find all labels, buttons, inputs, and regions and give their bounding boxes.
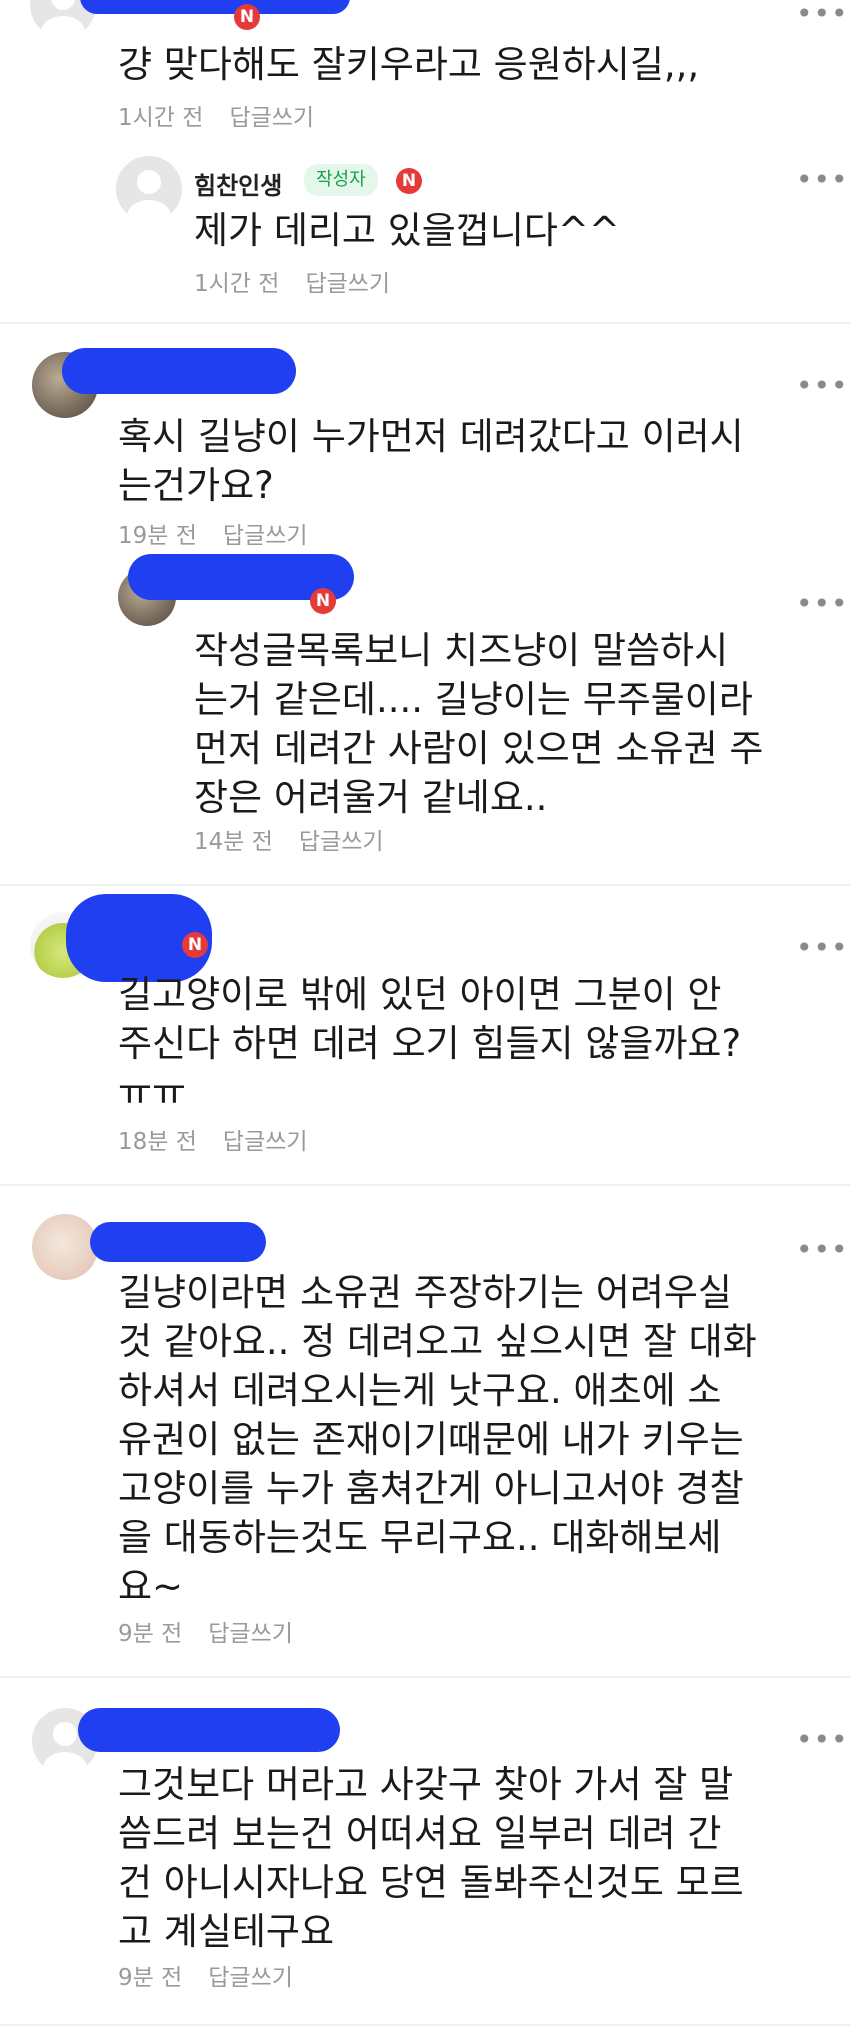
comment-item: ••• 그것보다 머라고 사갖구 찾아 가서 잘 말 씀드려 보는건 어떠셔요 … bbox=[0, 1678, 850, 2032]
reply-item: N ••• 작성글목록보니 치즈냥이 말씀하시 는거 같은데.... 길냥이는 … bbox=[0, 554, 850, 884]
comment-text: 작성글목록보니 치즈냥이 말씀하시 는거 같은데.... 길냥이는 무주물이라 … bbox=[194, 629, 764, 819]
comment-meta: 9분 전 답글쓰기 bbox=[118, 1614, 319, 1648]
new-badge: N bbox=[396, 168, 422, 194]
comment-time: 1시간 전 bbox=[118, 105, 204, 131]
reply-button[interactable]: 답글쓰기 bbox=[208, 1621, 293, 1647]
comment-meta: 18분 전 답글쓰기 bbox=[118, 1122, 334, 1156]
comment-meta: 9분 전 답글쓰기 bbox=[118, 1958, 319, 1992]
comment-text: 제가 데리고 있을껍니다^^ bbox=[194, 209, 620, 252]
avatar[interactable] bbox=[32, 1214, 98, 1280]
reply-button[interactable]: 답글쓰기 bbox=[223, 1129, 308, 1155]
comment-item: ••• 혹시 길냥이 누가먼저 데려갔다고 이러시 는건가요? 19분 전 답글쓰… bbox=[0, 324, 850, 554]
divider bbox=[0, 2024, 850, 2026]
more-dots-icon[interactable]: ••• bbox=[796, 1726, 849, 1754]
username[interactable]: 힘찬인생 bbox=[194, 166, 282, 201]
more-dots-icon[interactable]: ••• bbox=[796, 0, 849, 28]
reply-item: 힘찬인생 작성자 N ••• 제가 데리고 있을껍니다^^ 1시간 전 답글쓰기 bbox=[0, 150, 850, 320]
author-tag: 작성자 bbox=[304, 164, 378, 196]
comment-meta: 1시간 전 답글쓰기 bbox=[194, 264, 416, 298]
redacted-username bbox=[80, 0, 350, 14]
reply-button[interactable]: 답글쓰기 bbox=[208, 1965, 293, 1991]
new-badge: N bbox=[310, 588, 336, 614]
more-dots-icon[interactable]: ••• bbox=[796, 590, 849, 618]
comment-item: ••• 길냥이라면 소유권 주장하기는 어려우실 것 같아요.. 정 데려오고 … bbox=[0, 1186, 850, 1676]
reply-button[interactable]: 답글쓰기 bbox=[305, 271, 390, 297]
reply-button[interactable]: 답글쓰기 bbox=[229, 105, 314, 131]
comment-meta: 19분 전 답글쓰기 bbox=[118, 516, 334, 550]
new-badge: N bbox=[182, 932, 208, 958]
reply-button[interactable]: 답글쓰기 bbox=[299, 829, 384, 855]
new-badge: N bbox=[234, 4, 260, 30]
comment-item: N ••• 길고양이로 밖에 있던 아이면 그분이 안 주신다 하면 데려 오기… bbox=[0, 886, 850, 1184]
comment-text: 길고양이로 밖에 있던 아이면 그분이 안 주신다 하면 데려 오기 힘들지 않… bbox=[118, 973, 742, 1114]
comment-time: 18분 전 bbox=[118, 1129, 197, 1155]
more-dots-icon[interactable]: ••• bbox=[796, 166, 849, 194]
redacted-username bbox=[78, 1708, 340, 1752]
comment-text: 그것보다 머라고 사갖구 찾아 가서 잘 말 씀드려 보는건 어떠셔요 일부러 … bbox=[118, 1763, 744, 1953]
comment-text: 길냥이라면 소유권 주장하기는 어려우실 것 같아요.. 정 데려오고 싶으시면… bbox=[118, 1271, 757, 1608]
comment-item: N ••• 걍 맞다해도 잘키우라고 응원하시길,,, 1시간 전 답글쓰기 bbox=[0, 0, 850, 150]
comment-time: 9분 전 bbox=[118, 1965, 183, 1991]
redacted-username bbox=[62, 348, 296, 394]
avatar[interactable] bbox=[116, 156, 182, 222]
comment-text: 걍 맞다해도 잘키우라고 응원하시길,,, bbox=[118, 43, 700, 86]
comment-time: 19분 전 bbox=[118, 523, 197, 549]
more-dots-icon[interactable]: ••• bbox=[796, 1236, 849, 1264]
comment-meta: 14분 전 답글쓰기 bbox=[194, 822, 410, 856]
more-dots-icon[interactable]: ••• bbox=[796, 934, 849, 962]
reply-button[interactable]: 답글쓰기 bbox=[223, 523, 308, 549]
comment-time: 9분 전 bbox=[118, 1621, 183, 1647]
comment-text: 혹시 길냥이 누가먼저 데려갔다고 이러시 는건가요? bbox=[118, 415, 744, 507]
redacted-username bbox=[90, 1222, 266, 1262]
comment-time: 14분 전 bbox=[194, 829, 273, 855]
more-dots-icon[interactable]: ••• bbox=[796, 372, 849, 400]
comment-time: 1시간 전 bbox=[194, 271, 280, 297]
comment-meta: 1시간 전 답글쓰기 bbox=[118, 98, 340, 132]
